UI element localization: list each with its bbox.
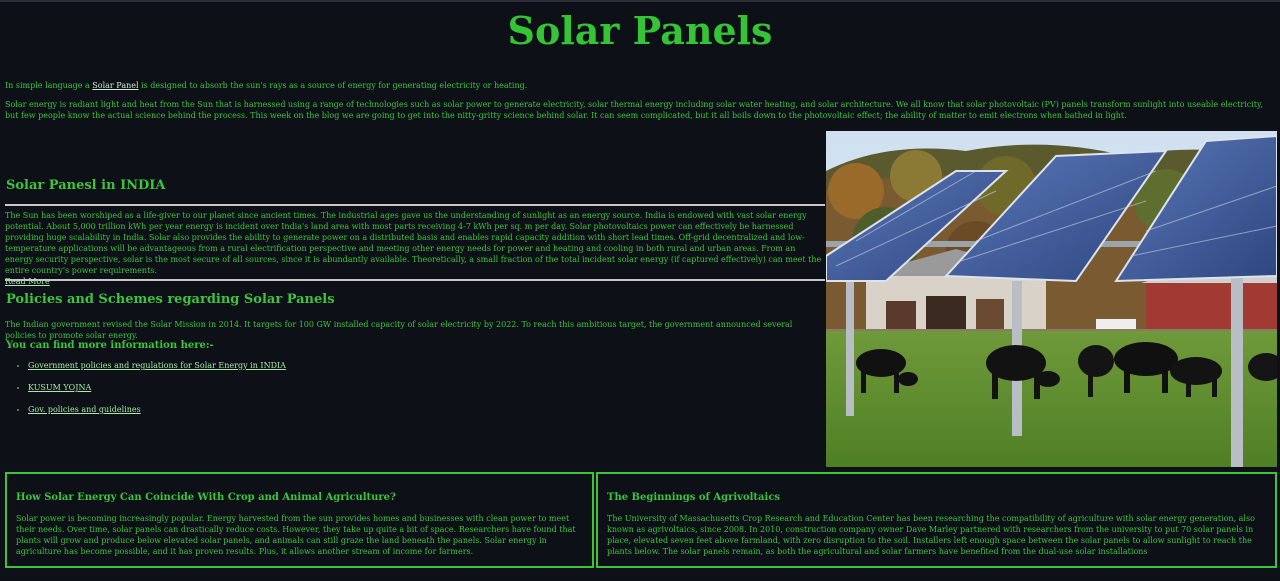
policies-heading: Policies and Schemes regarding Solar Pan… bbox=[6, 292, 335, 307]
intro-line-suffix: is designed to absorb the sun's rays as … bbox=[138, 81, 528, 90]
page-title: Solar Panels bbox=[507, 8, 773, 53]
read-more-link[interactable]: Read More bbox=[5, 276, 824, 287]
more-info-heading: You can find more information here:- bbox=[6, 340, 214, 351]
list-item: Government policies and regulations for … bbox=[28, 360, 286, 371]
solar-panels-cattle-photo bbox=[826, 131, 1277, 467]
intro-line-prefix: In simple language a bbox=[5, 81, 93, 90]
gov-policies-regulations-link[interactable]: Government policies and regulations for … bbox=[28, 361, 286, 370]
crop-animal-agriculture-card: How Solar Energy Can Coincide With Crop … bbox=[5, 472, 594, 568]
agrivoltaics-card: The Beginnings of Agrivoltaics The Unive… bbox=[596, 472, 1277, 568]
gov-guidelines-link[interactable]: Gov. policies and guidelines bbox=[28, 405, 141, 414]
policy-links-list: Government policies and regulations for … bbox=[10, 360, 286, 426]
india-section-text: The Sun has been worshiped as a life-giv… bbox=[5, 210, 824, 287]
india-paragraph: The Sun has been worshiped as a life-giv… bbox=[5, 211, 822, 275]
india-heading: Solar Panesl in INDIA bbox=[6, 178, 166, 193]
intro-paragraph: Solar energy is radiant light and heat f… bbox=[5, 100, 1264, 120]
top-border bbox=[0, 0, 1280, 2]
list-item: KUSUM YOJNA bbox=[28, 382, 286, 393]
section-divider bbox=[5, 279, 825, 281]
intro-section: In simple language a Solar Panel is desi… bbox=[5, 80, 1277, 129]
solar-panel-link[interactable]: Solar Panel bbox=[92, 81, 138, 90]
policies-paragraph: The Indian government revised the Solar … bbox=[5, 320, 793, 340]
list-item: Gov. policies and guidelines bbox=[28, 404, 286, 415]
card-text: The University of Massachusetts Crop Res… bbox=[607, 514, 1255, 556]
card-heading: The Beginnings of Agrivoltaics bbox=[607, 492, 781, 503]
card-heading: How Solar Energy Can Coincide With Crop … bbox=[16, 492, 396, 503]
kusum-yojna-link[interactable]: KUSUM YOJNA bbox=[28, 383, 91, 392]
card-text: Solar power is becoming increasingly pop… bbox=[16, 514, 576, 556]
intro-line: In simple language a Solar Panel is desi… bbox=[5, 80, 1277, 91]
section-divider bbox=[5, 204, 825, 206]
